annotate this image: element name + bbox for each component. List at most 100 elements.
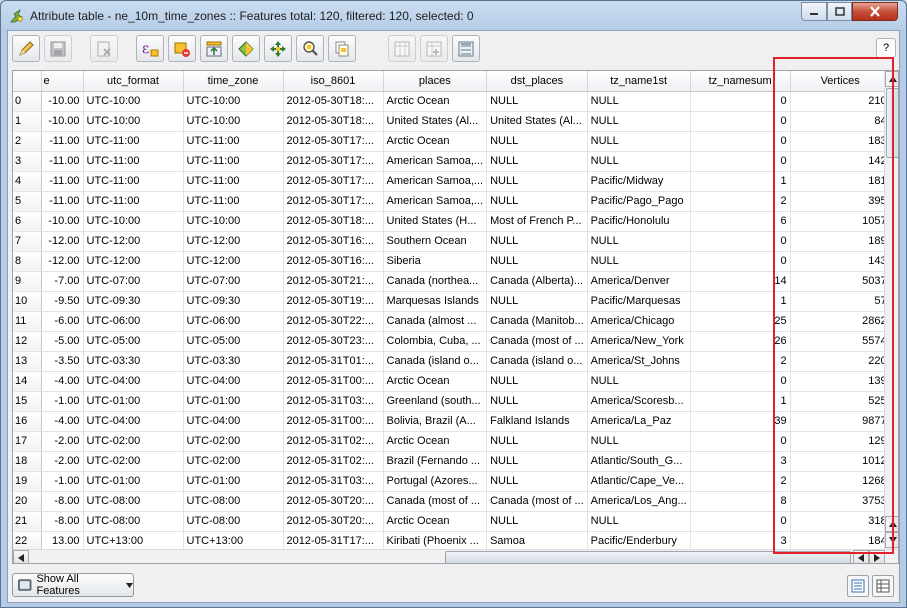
table-cell[interactable]: NULL <box>587 231 691 252</box>
table-cell[interactable]: Bolivia, Brazil (A... <box>383 411 488 432</box>
row-header[interactable]: 3 <box>13 151 42 172</box>
table-cell[interactable]: 2862 <box>790 311 891 332</box>
table-cell[interactable]: NULL <box>587 251 691 272</box>
table-row[interactable]: 5 -11.00 UTC-11:00 UTC-11:00 2012-05-30T17:.… <box>13 191 891 212</box>
column-header[interactable]: e <box>41 71 84 92</box>
table-cell[interactable]: 220 <box>790 351 891 372</box>
table-cell[interactable]: 39 <box>690 411 791 432</box>
table-row[interactable]: 15 -1.00 UTC-01:00 UTC-01:00 2012-05-31T03:.… <box>13 391 891 412</box>
table-row[interactable]: 1 -10.00 UTC-10:00 UTC-10:00 2012-05-30T18:.… <box>13 111 891 132</box>
row-header[interactable]: 6 <box>13 211 42 232</box>
table-view-button[interactable] <box>872 575 894 597</box>
table-cell[interactable]: Arctic Ocean <box>383 431 488 452</box>
row-header[interactable]: 10 <box>13 291 42 312</box>
table-cell[interactable]: Canada (most of ... <box>486 331 588 352</box>
table-cell[interactable]: 1057 <box>790 211 891 232</box>
scroll-right-button-alt[interactable] <box>853 550 869 563</box>
table-cell[interactable]: NULL <box>486 511 588 532</box>
table-cell[interactable]: UTC-01:00 <box>183 391 284 412</box>
table-cell[interactable]: NULL <box>587 511 691 532</box>
table-cell[interactable]: 1 <box>690 391 791 412</box>
scroll-down-button[interactable] <box>885 532 898 548</box>
table-cell[interactable]: 2012-05-31T03:... <box>283 471 384 492</box>
table-row[interactable]: 4 -11.00 UTC-11:00 UTC-11:00 2012-05-30T17:.… <box>13 171 891 192</box>
table-cell[interactable]: -1.00 <box>41 471 84 492</box>
table-cell[interactable]: UTC-08:00 <box>183 511 284 532</box>
row-header[interactable]: 12 <box>13 331 42 352</box>
table-cell[interactable]: UTC-12:00 <box>83 231 184 252</box>
table-cell[interactable]: UTC-07:00 <box>83 271 184 292</box>
table-cell[interactable]: Greenland (south... <box>383 391 488 412</box>
minimize-button[interactable] <box>801 2 827 21</box>
table-cell[interactable]: 5574 <box>790 331 891 352</box>
table-cell[interactable]: America/Chicago <box>587 311 691 332</box>
table-row[interactable]: 9 -7.00 UTC-07:00 UTC-07:00 2012-05-30T21:..… <box>13 271 891 292</box>
deselect-all-button[interactable] <box>168 35 196 62</box>
table-cell[interactable]: UTC-04:00 <box>183 411 284 432</box>
table-row[interactable]: 18 -2.00 UTC-02:00 UTC-02:00 2012-05-31T02:.… <box>13 451 891 472</box>
table-cell[interactable]: UTC-10:00 <box>83 211 184 232</box>
row-header[interactable]: 5 <box>13 191 42 212</box>
table-cell[interactable]: UTC-04:00 <box>183 371 284 392</box>
table-cell[interactable]: 6 <box>690 211 791 232</box>
table-cell[interactable]: UTC-12:00 <box>183 251 284 272</box>
table-row[interactable]: 17 -2.00 UTC-02:00 UTC-02:00 2012-05-31T02:.… <box>13 431 891 452</box>
table-cell[interactable]: United States (Al... <box>486 111 588 132</box>
row-header[interactable]: 13 <box>13 351 42 372</box>
table-cell[interactable]: 0 <box>690 251 791 272</box>
column-header[interactable]: places <box>383 71 488 92</box>
column-header[interactable]: time_zone <box>183 71 284 92</box>
table-cell[interactable]: 2012-05-30T20:... <box>283 491 384 512</box>
table-cell[interactable]: -1.00 <box>41 391 84 412</box>
horizontal-scroll-thumb[interactable] <box>445 551 851 563</box>
table-cell[interactable]: 1 <box>690 291 791 312</box>
corner-header[interactable] <box>13 71 42 92</box>
table-cell[interactable]: 0 <box>690 131 791 152</box>
table-cell[interactable]: UTC-02:00 <box>83 431 184 452</box>
table-cell[interactable]: American Samoa,... <box>383 171 488 192</box>
table-cell[interactable]: UTC-02:00 <box>83 451 184 472</box>
table-cell[interactable]: UTC-11:00 <box>183 171 284 192</box>
table-cell[interactable]: 8 <box>690 491 791 512</box>
table-cell[interactable]: America/Denver <box>587 271 691 292</box>
table-cell[interactable]: -9.50 <box>41 291 84 312</box>
title-bar[interactable]: Attribute table - ne_10m_time_zones :: F… <box>1 1 906 31</box>
table-cell[interactable]: UTC-02:00 <box>183 451 284 472</box>
table-cell[interactable]: UTC-09:30 <box>183 291 284 312</box>
table-cell[interactable]: 142 <box>790 151 891 172</box>
table-cell[interactable]: 189 <box>790 231 891 252</box>
table-cell[interactable]: UTC-11:00 <box>83 191 184 212</box>
delete-column-button[interactable] <box>388 35 416 62</box>
scroll-left-button[interactable] <box>13 550 29 563</box>
help-button[interactable]: ? <box>876 38 896 58</box>
table-cell[interactable]: Canada (almost ... <box>383 311 488 332</box>
table-cell[interactable]: Siberia <box>383 251 488 272</box>
table-cell[interactable]: UTC-11:00 <box>183 151 284 172</box>
table-cell[interactable]: NULL <box>486 391 588 412</box>
copy-selected-rows-button[interactable] <box>328 35 356 62</box>
move-selection-to-top-button[interactable] <box>200 35 228 62</box>
table-cell[interactable]: NULL <box>587 371 691 392</box>
table-cell[interactable]: -10.00 <box>41 91 84 112</box>
table-cell[interactable]: UTC-10:00 <box>183 111 284 132</box>
row-header[interactable]: 4 <box>13 171 42 192</box>
table-cell[interactable]: 1268 <box>790 471 891 492</box>
table-cell[interactable]: Samoa <box>486 531 588 552</box>
row-header[interactable]: 7 <box>13 231 42 252</box>
table-cell[interactable]: 1 <box>690 171 791 192</box>
table-cell[interactable]: Atlantic/Cape_Ve... <box>587 471 691 492</box>
table-cell[interactable]: 2012-05-31T02:... <box>283 451 384 472</box>
table-cell[interactable]: UTC-08:00 <box>183 491 284 512</box>
close-button[interactable] <box>852 2 898 21</box>
table-cell[interactable]: NULL <box>486 451 588 472</box>
table-cell[interactable]: 0 <box>690 371 791 392</box>
table-cell[interactable]: 2 <box>690 191 791 212</box>
table-cell[interactable]: American Samoa,... <box>383 191 488 212</box>
table-cell[interactable]: Colombia, Cuba, ... <box>383 331 488 352</box>
table-cell[interactable]: NULL <box>486 191 588 212</box>
row-header[interactable]: 1 <box>13 111 42 132</box>
table-row[interactable]: 3 -11.00 UTC-11:00 UTC-11:00 2012-05-30T17:.… <box>13 151 891 172</box>
table-cell[interactable]: 2012-05-30T16:... <box>283 231 384 252</box>
table-cell[interactable]: 139 <box>790 371 891 392</box>
table-cell[interactable]: Arctic Ocean <box>383 131 488 152</box>
